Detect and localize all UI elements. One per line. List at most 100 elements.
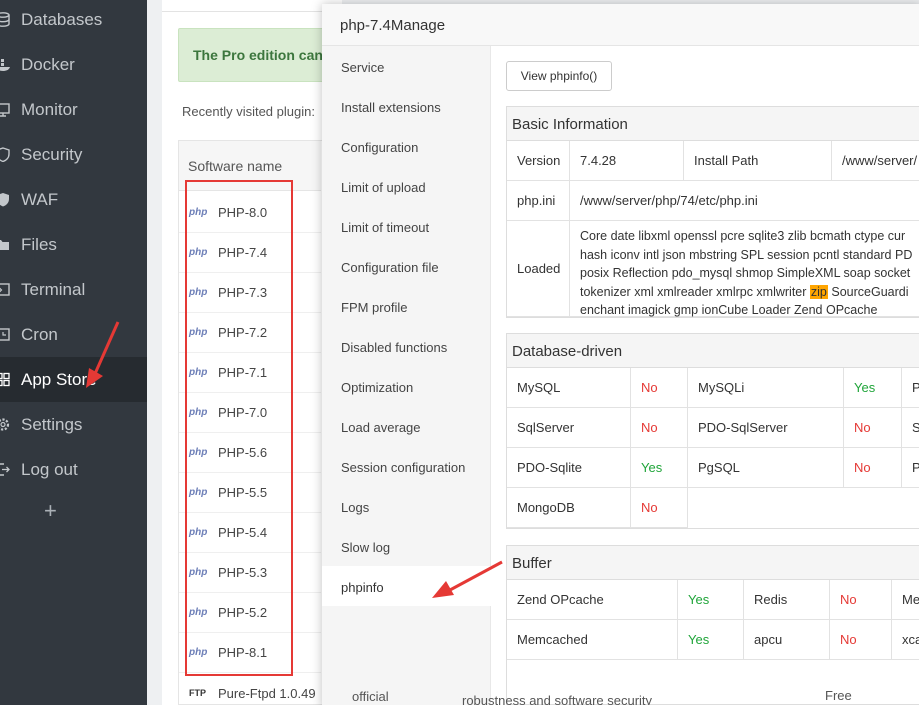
mysql-label: MySQL (507, 368, 631, 408)
database-driven-heading: Database-driven (507, 334, 919, 368)
loaded-line: hash iconv intl json mbstring SPL sessio… (580, 247, 913, 262)
loaded-line: tokenizer xml xmlreader xmlrpc xmlwriter (580, 284, 810, 299)
menu-item-limit-upload[interactable]: Limit of upload (322, 166, 491, 206)
view-phpinfo-button[interactable]: View phpinfo() (506, 61, 612, 91)
opcache-status: Yes (678, 580, 744, 620)
loaded-line: SourceGuardi (827, 284, 909, 299)
sidebar-item-terminal[interactable]: Terminal (0, 267, 147, 312)
add-menu-button[interactable]: + (44, 498, 57, 524)
sidebar-item-docker[interactable]: Docker (0, 42, 147, 87)
mongodb-label: MongoDB (507, 488, 631, 528)
official-tag: official (352, 689, 389, 704)
gear-icon (0, 417, 10, 433)
monitor-icon (0, 102, 10, 118)
sidebar-item-label: Monitor (21, 99, 78, 119)
screen: { "nav": { "items": [ {"label": "Databas… (0, 0, 919, 705)
mysqli-status: Yes (844, 368, 902, 408)
price-free: Free (825, 688, 852, 703)
buffer-label-partial: xca (892, 620, 919, 660)
annotation-arrow-icon (86, 321, 120, 388)
sidebar-item-label: Settings (21, 414, 83, 434)
sidebar-item-label: Files (21, 234, 57, 254)
sidebar-item-label: Security (21, 144, 83, 164)
phpini-label: php.ini (507, 181, 570, 221)
memcached-label: Memcached (507, 620, 678, 660)
loaded-line: posix Reflection pdo_mysql shmop SimpleX… (580, 266, 911, 280)
menu-item-optimization[interactable]: Optimization (322, 366, 491, 406)
sidebar-item-log-out[interactable]: Log out (0, 447, 147, 492)
sqlserver-label: SqlServer (507, 408, 631, 448)
sidebar-item-monitor[interactable]: Monitor (0, 87, 147, 132)
install-path-value: /www/server/ (832, 141, 919, 181)
menu-item-fpm-profile[interactable]: FPM profile (322, 286, 491, 326)
top-bar (162, 0, 342, 12)
buffer-heading: Buffer (507, 546, 919, 580)
software-name: Pure-Ftpd 1.0.49 (218, 686, 316, 701)
apcu-label: apcu (744, 620, 830, 660)
menu-item-logs[interactable]: Logs (322, 486, 491, 526)
shield-icon (0, 147, 10, 163)
redis-label: Redis (744, 580, 830, 620)
pdo-sqlite-status: Yes (631, 448, 688, 488)
redis-status: No (830, 580, 892, 620)
mysqli-label: MySQLi (688, 368, 844, 408)
sidebar-item-label: Log out (21, 459, 78, 479)
sidebar-item-label: Docker (21, 54, 75, 74)
terminal-icon (0, 282, 10, 298)
ftp-logo-icon: FTP (189, 688, 206, 698)
waf-icon (0, 192, 10, 208)
driver-label-partial: P (902, 448, 919, 488)
menu-item-service[interactable]: Service (322, 46, 491, 86)
search-highlight: zip (809, 284, 828, 299)
clock-icon (0, 327, 10, 343)
menu-item-limit-timeout[interactable]: Limit of timeout (322, 206, 491, 246)
menu-item-load-average[interactable]: Load average (322, 406, 491, 446)
loaded-label: Loaded (507, 221, 570, 317)
driver-label-partial: S (902, 408, 919, 448)
sqlserver-status: No (631, 408, 688, 448)
menu-item-configuration-file[interactable]: Configuration file (322, 246, 491, 286)
sidebar-item-label: WAF (21, 189, 59, 209)
phpini-value: /www/server/php/74/etc/php.ini (570, 181, 919, 221)
sidebar-item-databases[interactable]: Databases (0, 0, 147, 42)
apcu-status: No (830, 620, 892, 660)
loaded-line: enchant imagick gmp ionCube Loader Zend … (580, 303, 878, 317)
loaded-line: Core date libxml openssl pcre sqlite3 zl… (580, 229, 906, 243)
version-label: Version (507, 141, 570, 181)
pdo-sqlserver-label: PDO-SqlServer (688, 408, 844, 448)
sidebar-item-settings[interactable]: Settings (0, 402, 147, 447)
sidebar-item-security[interactable]: Security (0, 132, 147, 177)
pdo-sqlserver-status: No (844, 408, 902, 448)
opcache-label: Zend OPcache (507, 580, 678, 620)
database-icon (0, 12, 10, 28)
table-row[interactable]: FTP Pure-Ftpd 1.0.49 (179, 680, 321, 705)
basic-information-heading: Basic Information (507, 107, 919, 141)
annotation-highlight-box (185, 180, 293, 676)
loaded-extensions: Core date libxml openssl pcre sqlite3 zl… (580, 227, 919, 320)
menu-item-install-extensions[interactable]: Install extensions (322, 86, 491, 126)
sidebar-item-label: Databases (21, 9, 103, 29)
docker-icon (0, 57, 10, 73)
buffer-label-partial: Me (892, 580, 919, 620)
install-path-label: Install Path (684, 141, 832, 181)
memcached-status: Yes (678, 620, 744, 660)
recent-plugins-label: Recently visited plugin: (182, 104, 315, 119)
annotation-arrow-icon (432, 560, 503, 598)
menu-item-configuration[interactable]: Configuration (322, 126, 491, 166)
version-value: 7.4.28 (570, 141, 684, 181)
mysql-status: No (631, 368, 688, 408)
sidebar-item-label: Terminal (21, 279, 86, 299)
software-description: robustness and software security (462, 693, 653, 705)
menu-item-disabled-functions[interactable]: Disabled functions (322, 326, 491, 366)
menu-item-session-configuration[interactable]: Session configuration (322, 446, 491, 486)
sidebar-item-files[interactable]: Files (0, 222, 147, 267)
pgsql-label: PgSQL (688, 448, 844, 488)
driver-label-partial: P (902, 368, 919, 408)
grid-icon (0, 372, 10, 388)
sidebar-item-waf[interactable]: WAF (0, 177, 147, 222)
pgsql-status: No (844, 448, 902, 488)
logout-icon (0, 462, 10, 478)
folder-icon (0, 237, 10, 253)
mongodb-status: No (631, 488, 688, 528)
sidebar-item-label: Cron (21, 324, 58, 344)
